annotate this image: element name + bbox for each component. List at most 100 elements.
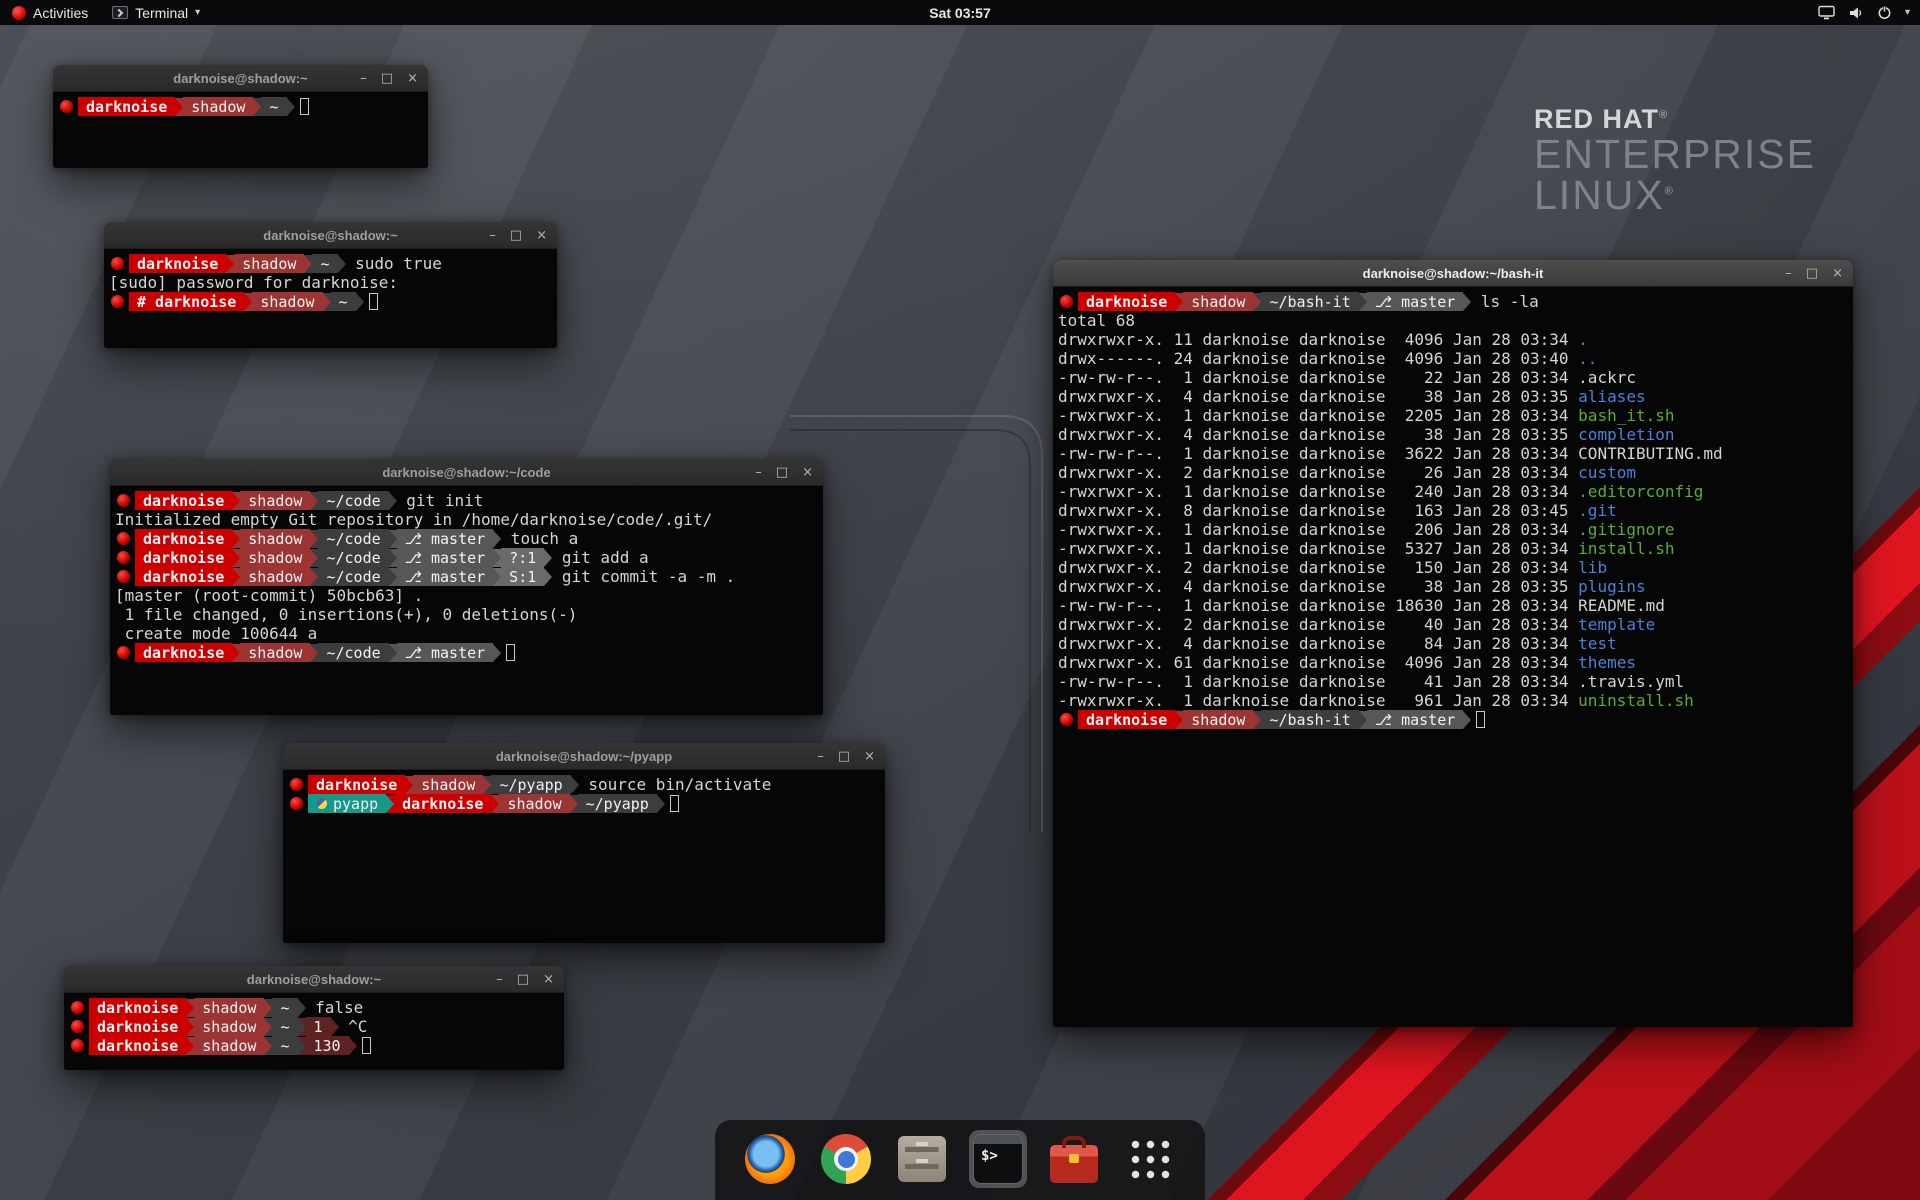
terminal-window-home-2[interactable]: darknoise@shadow:~ – □ × darknoise shadow…	[64, 966, 564, 1070]
window-titlebar[interactable]: darknoise@shadow:~ – □ ×	[104, 222, 557, 249]
terminal-line: -rw-rw-r--. 1 darknoise darknoise 3622 J…	[1058, 444, 1849, 463]
terminal-content[interactable]: darknoiseshadow~ sudo true[sudo] passwor…	[104, 249, 557, 348]
terminal-cursor	[300, 98, 309, 115]
prompt-segment-label: shadow	[248, 644, 302, 662]
prompt-segment-label: ~/code	[326, 530, 380, 548]
window-titlebar[interactable]: darknoise@shadow:~/code – □ ×	[110, 459, 823, 486]
prompt-segment: ~	[272, 1036, 297, 1055]
terminal-text: source bin/activate	[579, 775, 772, 794]
redhat-prompt-icon	[111, 295, 124, 308]
powerline-arrow	[338, 255, 346, 273]
powerline-arrow	[298, 1037, 306, 1055]
terminal-text: create mode 100644 a	[115, 624, 317, 643]
redhat-prompt-icon	[1060, 295, 1073, 308]
terminal-window-pyapp[interactable]: darknoise@shadow:~/pyapp – □ × darknoise…	[283, 743, 885, 943]
terminal-cursor	[1476, 711, 1485, 728]
window-titlebar[interactable]: darknoise@shadow:~ – □ ×	[53, 65, 428, 92]
close-button[interactable]: ×	[543, 973, 554, 986]
powerline-arrow	[657, 795, 665, 813]
powerline-arrow	[389, 644, 397, 662]
prompt-segment-label: ⎇ master	[405, 530, 486, 548]
toolbox-handle	[1062, 1136, 1086, 1148]
minimize-button[interactable]: –	[755, 466, 762, 479]
terminal-content[interactable]: darknoiseshadow~/pyapp source bin/activa…	[283, 770, 885, 943]
terminal-text: install.sh	[1578, 539, 1674, 558]
close-button[interactable]: ×	[864, 750, 875, 763]
terminal-text: drwxrwxr-x. 4 darknoise darknoise 38 Jan…	[1058, 425, 1578, 444]
terminal-content[interactable]: darknoiseshadow~/code git initInitialize…	[110, 486, 823, 715]
window-titlebar[interactable]: darknoise@shadow:~ – □ ×	[64, 966, 564, 993]
terminal-content[interactable]: darknoiseshadow~	[53, 92, 428, 168]
window-titlebar[interactable]: darknoise@shadow:~/bash-it – □ ×	[1053, 260, 1853, 287]
top-bar: Activities Terminal ▾ Sat 03:57 ▾	[0, 0, 1920, 25]
prompt-segment: darknoise	[135, 529, 232, 548]
powerline-arrow	[186, 1018, 194, 1036]
prompt-segment-label: shadow	[202, 1018, 256, 1036]
prompt-segment-label: ~/code	[326, 492, 380, 510]
terminal-window-code[interactable]: darknoise@shadow:~/code – □ × darknoises…	[110, 459, 823, 715]
maximize-button[interactable]: □	[381, 72, 393, 85]
volume-icon[interactable]	[1848, 6, 1864, 20]
terminal-line: 1 file changed, 0 insertions(+), 0 delet…	[115, 605, 819, 624]
window-titlebar[interactable]: darknoise@shadow:~/pyapp – □ ×	[283, 743, 885, 770]
powerline-arrow	[264, 999, 272, 1017]
prompt-segment-label: ~/code	[326, 549, 380, 567]
prompt-segment: ~/code	[318, 643, 388, 662]
powerline-arrow	[405, 776, 413, 794]
terminal-line: -rwxrwxr-x. 1 darknoise darknoise 206 Ja…	[1058, 520, 1849, 539]
dock-chrome[interactable]	[817, 1130, 875, 1188]
minimize-button[interactable]: –	[817, 750, 824, 763]
close-button[interactable]: ×	[407, 72, 418, 85]
terminal-line: pyappdarknoiseshadow~/pyapp	[288, 794, 881, 813]
dock-terminal[interactable]: $>	[969, 1130, 1027, 1188]
terminal-text: .	[1578, 330, 1588, 349]
close-button[interactable]: ×	[1832, 267, 1843, 280]
prompt-segment-label: # darknoise	[137, 293, 236, 311]
prompt-segment: darknoise	[394, 794, 491, 813]
terminal-text: drwxrwxr-x. 4 darknoise darknoise 38 Jan…	[1058, 387, 1578, 406]
powerline-arrow	[298, 999, 306, 1017]
dock-app-grid[interactable]	[1121, 1130, 1179, 1188]
power-icon[interactable]	[1877, 5, 1892, 20]
minimize-button[interactable]: –	[360, 72, 367, 85]
terminal-window-home-1[interactable]: darknoise@shadow:~ – □ × darknoiseshadow…	[53, 65, 428, 168]
minimize-button[interactable]: –	[489, 229, 496, 242]
prompt-segment: ~	[331, 292, 356, 311]
maximize-button[interactable]: □	[838, 750, 850, 763]
terminal-content[interactable]: darknoiseshadow~/bash-it⎇ master ls -lat…	[1053, 287, 1853, 1027]
terminal-line: -rwxrwxr-x. 1 darknoise darknoise 961 Ja…	[1058, 691, 1849, 710]
terminal-content[interactable]: darknoiseshadow~ falsedarknoiseshadow~1 …	[64, 993, 564, 1070]
close-button[interactable]: ×	[536, 229, 547, 242]
terminal-window-sudo[interactable]: darknoise@shadow:~ – □ × darknoiseshadow…	[104, 222, 557, 348]
app-menu[interactable]: Terminal ▾	[100, 0, 212, 25]
activities-button[interactable]: Activities	[0, 0, 100, 25]
terminal-text: -rwxrwxr-x. 1 darknoise darknoise 240 Ja…	[1058, 482, 1578, 501]
toolbox-icon	[1050, 1145, 1098, 1183]
dock-firefox[interactable]	[741, 1130, 799, 1188]
terminal-line: Initialized empty Git repository in /hom…	[115, 510, 819, 529]
prompt-segment-label: darknoise	[137, 255, 218, 273]
display-icon[interactable]	[1818, 5, 1835, 20]
redhat-prompt-icon	[290, 778, 303, 791]
minimize-button[interactable]: –	[1785, 267, 1792, 280]
clock[interactable]: Sat 03:57	[919, 0, 1000, 25]
dock-toolbox[interactable]	[1045, 1130, 1103, 1188]
prompt-segment-label: darknoise	[97, 999, 178, 1017]
maximize-button[interactable]: □	[517, 973, 529, 986]
maximize-button[interactable]: □	[1806, 267, 1818, 280]
minimize-button[interactable]: –	[496, 973, 503, 986]
prompt-segment-label: darknoise	[143, 644, 224, 662]
terminal-line: darknoiseshadow~/code⎇ masterS:1 git com…	[115, 567, 819, 586]
dock-files[interactable]	[893, 1130, 951, 1188]
close-button[interactable]: ×	[802, 466, 813, 479]
powerline-arrow	[310, 644, 318, 662]
terminal-text: drwxrwxr-x. 4 darknoise darknoise 38 Jan…	[1058, 577, 1578, 596]
terminal-line: darknoiseshadow~ sudo true	[109, 254, 553, 273]
maximize-button[interactable]: □	[776, 466, 788, 479]
terminal-line: darknoiseshadow~/code⎇ master?:1 git add…	[115, 548, 819, 567]
powerline-arrow	[232, 549, 240, 567]
terminal-window-bash-it[interactable]: darknoise@shadow:~/bash-it – □ × darknoi…	[1053, 260, 1853, 1027]
terminal-text: drwxrwxr-x. 2 darknoise darknoise 150 Ja…	[1058, 558, 1578, 577]
powerline-arrow	[491, 795, 499, 813]
maximize-button[interactable]: □	[510, 229, 522, 242]
